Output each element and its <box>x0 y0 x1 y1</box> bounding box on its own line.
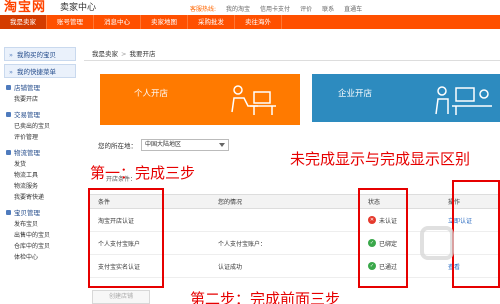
nav-tab-seller[interactable]: 我是卖家 <box>0 15 47 29</box>
sidebar-group-title[interactable]: 宝贝管理 <box>4 207 76 219</box>
tab-personal-shop[interactable]: 个人开店 <box>100 74 300 122</box>
sidebar-link-open-shop[interactable]: 我要开店 <box>4 94 76 105</box>
sidebar-link-warehouse[interactable]: 仓库中的宝贝 <box>4 241 76 252</box>
hotline-label: 客服热线: <box>190 6 217 13</box>
sidebar: 我购买的宝贝 我的快捷菜单 店铺管理 我要开店 交易管理 已卖出的宝贝 评价管理… <box>0 44 80 304</box>
cell-situation: 认证成功 <box>210 254 360 278</box>
sidebar-item-bought[interactable]: 我购买的宝贝 <box>4 47 76 62</box>
annotation-box-conditions <box>88 188 164 288</box>
location-select[interactable]: 中国大陆地区 <box>141 139 229 151</box>
person-desk-icon <box>231 85 276 115</box>
nav-tab-overseas[interactable]: 卖往海外 <box>235 15 282 29</box>
top-link-review[interactable]: 评价 <box>300 4 312 13</box>
watermark-logo <box>420 222 500 280</box>
top-links: 客服热线: 我的淘宝 信用卡支付 评价 联系 直通车 <box>190 4 362 13</box>
annotation-step-one: 第一：完成三步 <box>90 164 196 182</box>
sidebar-group-shop: 店铺管理 我要开店 <box>4 82 76 105</box>
breadcrumb-separator: > <box>121 50 127 58</box>
sidebar-link-on-sale[interactable]: 出售中的宝贝 <box>4 230 76 241</box>
nav-tab-wholesale[interactable]: 采购批发 <box>188 15 235 29</box>
taobao-logo[interactable]: 淘宝网 <box>4 0 46 15</box>
cell-situation <box>210 208 360 232</box>
sidebar-link-send-express[interactable]: 我要寄快递 <box>4 192 76 203</box>
sidebar-link-health-check[interactable]: 体检中心 <box>4 252 76 263</box>
annotation-step-two: 第二步：完成前面三步 <box>190 290 341 304</box>
sidebar-group-title[interactable]: 店铺管理 <box>4 82 76 94</box>
sidebar-group-title[interactable]: 物流管理 <box>4 147 76 159</box>
tab-enterprise-shop[interactable]: 企业开店 <box>312 74 500 122</box>
nav-tab-account[interactable]: 账号管理 <box>47 15 94 29</box>
top-bar: 淘宝网 卖家中心 客服热线: 我的淘宝 信用卡支付 评价 联系 直通车 <box>0 0 500 15</box>
top-link-through-train[interactable]: 直通车 <box>344 4 362 13</box>
annotation-status-note: 未完成显示与完成显示区别 <box>290 150 471 168</box>
sidebar-link-logistics-service[interactable]: 物流服务 <box>4 181 76 192</box>
sidebar-group-title[interactable]: 交易管理 <box>4 109 76 121</box>
nav-tab-seller-map[interactable]: 卖家地图 <box>141 15 188 29</box>
location-label: 您的所在地： <box>98 142 137 150</box>
sidebar-link-ship[interactable]: 发货 <box>4 159 76 170</box>
create-shop-button[interactable]: 创建店铺 <box>92 290 150 304</box>
tab-label: 企业开店 <box>338 89 373 99</box>
sidebar-group-trade: 交易管理 已卖出的宝贝 评价管理 <box>4 109 76 143</box>
sidebar-link-publish[interactable]: 发布宝贝 <box>4 219 76 230</box>
top-link-my-taobao[interactable]: 我的淘宝 <box>226 4 250 13</box>
sidebar-item-shortcuts[interactable]: 我的快捷菜单 <box>4 64 76 79</box>
column-header-situation: 您的情况 <box>210 194 360 209</box>
breadcrumb-item-open-shop: 我要开店 <box>129 50 156 58</box>
seller-center-title: 卖家中心 <box>60 3 97 13</box>
location-row: 您的所在地： 中国大陆地区 <box>98 139 229 151</box>
nav-tab-messages[interactable]: 消息中心 <box>94 15 141 29</box>
divider <box>84 60 500 61</box>
annotation-box-status <box>358 188 408 288</box>
office-desk-icon <box>435 86 492 115</box>
active-tab-indicator <box>100 122 300 125</box>
top-link-credit-card[interactable]: 信用卡支付 <box>260 4 290 13</box>
shop-type-tabs: 个人开店 企业开店 <box>100 74 500 125</box>
cell-situation: 个人支付宝账户： <box>210 231 360 255</box>
sidebar-link-logistics-tools[interactable]: 物流工具 <box>4 170 76 181</box>
sidebar-link-reviews[interactable]: 评价管理 <box>4 132 76 143</box>
sidebar-group-logistics: 物流管理 发货 物流工具 物流服务 我要寄快递 <box>4 147 76 203</box>
sidebar-link-sold-items[interactable]: 已卖出的宝贝 <box>4 121 76 132</box>
tab-label: 个人开店 <box>134 89 169 99</box>
breadcrumb-item-seller[interactable]: 我是卖家 <box>92 50 118 58</box>
breadcrumb: 我是卖家 > 我要开店 <box>92 48 155 58</box>
main-nav: 我是卖家 账号管理 消息中心 卖家地图 采购批发 卖往海外 <box>0 15 500 29</box>
top-link-contact[interactable]: 联系 <box>322 4 334 13</box>
watermark-bubble <box>420 226 454 260</box>
sidebar-group-items: 宝贝管理 发布宝贝 出售中的宝贝 仓库中的宝贝 体检中心 <box>4 207 76 263</box>
